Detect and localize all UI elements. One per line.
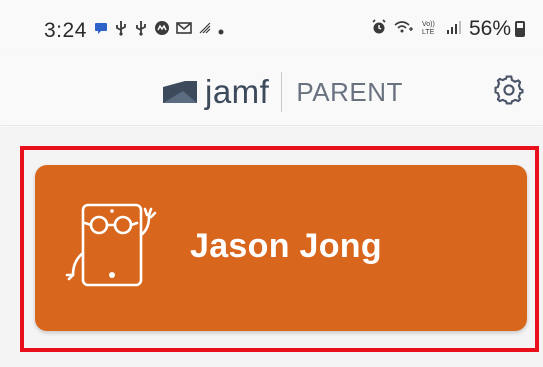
settings-button[interactable] [489, 70, 529, 110]
dot-icon [218, 22, 224, 40]
signal-weak-icon [198, 21, 212, 40]
brand-logo: jamf PARENT [163, 70, 403, 114]
brand-name: jamf [205, 73, 270, 110]
tablet-character-icon [65, 203, 157, 287]
message-icon [94, 21, 108, 40]
children-list: Jason Jong [0, 127, 543, 367]
alarm-icon [371, 19, 387, 39]
svg-text:Vo)): Vo)) [422, 21, 435, 28]
brand-subtitle: PARENT [296, 76, 403, 107]
app-icon [154, 20, 170, 41]
svg-text:LTE: LTE [422, 29, 435, 35]
battery-percent: 56% [468, 17, 511, 40]
usb-icon [134, 20, 148, 41]
child-card[interactable]: Jason Jong [35, 165, 527, 331]
signal-icon [446, 19, 462, 39]
brand-divider [281, 72, 283, 112]
usb-icon [114, 20, 128, 41]
notification-icons [94, 20, 224, 41]
gear-icon [494, 75, 524, 105]
status-bar: 3:24 Vo)) LTE 56% [0, 0, 543, 56]
status-time: 3:24 [44, 19, 87, 42]
system-icons: Vo)) LTE 56% [371, 17, 525, 41]
gmail-icon [176, 21, 192, 40]
volte-icon: Vo)) LTE [421, 19, 439, 39]
jamf-logo-mark [163, 81, 197, 103]
wifi-calling-icon [394, 19, 414, 39]
child-name: Jason Jong [190, 227, 382, 265]
screen: 3:24 Vo)) LTE 56% jamf PARENT Jason Jong [0, 0, 543, 367]
app-header: jamf PARENT [0, 56, 543, 126]
battery-icon [515, 21, 525, 37]
